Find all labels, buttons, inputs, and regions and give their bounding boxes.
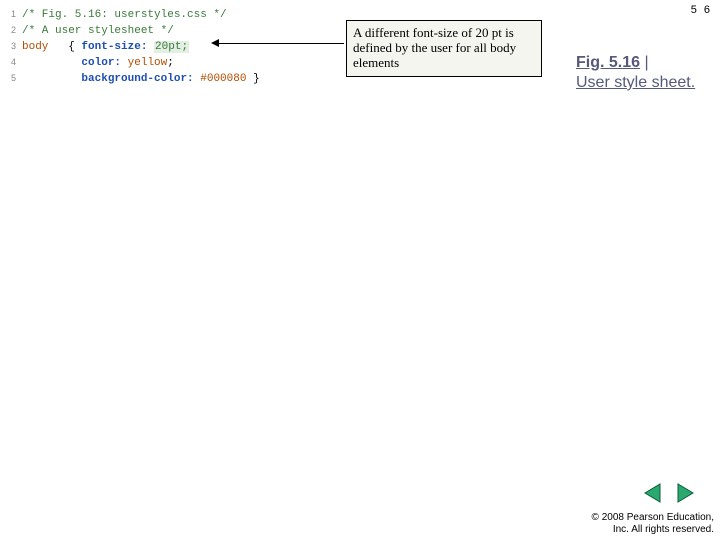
figure-sep: | <box>640 54 649 71</box>
copyright: © 2008 Pearson Education, Inc. All right… <box>592 512 714 536</box>
callout-text: A different font-size of 20 pt is define… <box>353 25 516 70</box>
line-number: 2 <box>2 22 22 38</box>
line-number: 3 <box>2 38 22 54</box>
code-line: 3body { font-size: 20pt; <box>2 38 260 54</box>
code-content: color: yellow; <box>22 55 174 71</box>
figure-number: Fig. 5.16 <box>576 54 640 71</box>
line-number: 4 <box>2 54 22 70</box>
code-content: background-color: #000080 } <box>22 71 260 87</box>
code-content: /* Fig. 5.16: userstyles.css */ <box>22 7 227 23</box>
code-content: body { font-size: 20pt; <box>22 39 189 55</box>
code-line: 2/* A user stylesheet */ <box>2 22 260 38</box>
triangle-right-icon <box>674 482 696 504</box>
page-number: 5 6 <box>691 4 712 16</box>
code-block: 1/* Fig. 5.16: userstyles.css */2/* A us… <box>2 6 260 86</box>
copyright-line2: Inc. All rights reserved. <box>592 524 714 536</box>
line-number: 1 <box>2 6 22 22</box>
figure-caption: Fig. 5.16 | User style sheet. <box>576 53 706 93</box>
nav-controls <box>642 482 696 504</box>
callout-box: A different font-size of 20 pt is define… <box>346 20 542 77</box>
code-line: 4 color: yellow; <box>2 54 260 70</box>
figure-title: User style sheet. <box>576 74 695 91</box>
code-line: 1/* Fig. 5.16: userstyles.css */ <box>2 6 260 22</box>
next-button[interactable] <box>674 482 696 504</box>
callout-arrow-head-icon <box>211 39 219 47</box>
copyright-line1: © 2008 Pearson Education, <box>592 512 714 524</box>
line-number: 5 <box>2 70 22 86</box>
prev-button[interactable] <box>642 482 664 504</box>
triangle-left-icon <box>642 482 664 504</box>
code-line: 5 background-color: #000080 } <box>2 70 260 86</box>
callout-arrow-line <box>216 43 344 44</box>
code-content: /* A user stylesheet */ <box>22 23 174 39</box>
